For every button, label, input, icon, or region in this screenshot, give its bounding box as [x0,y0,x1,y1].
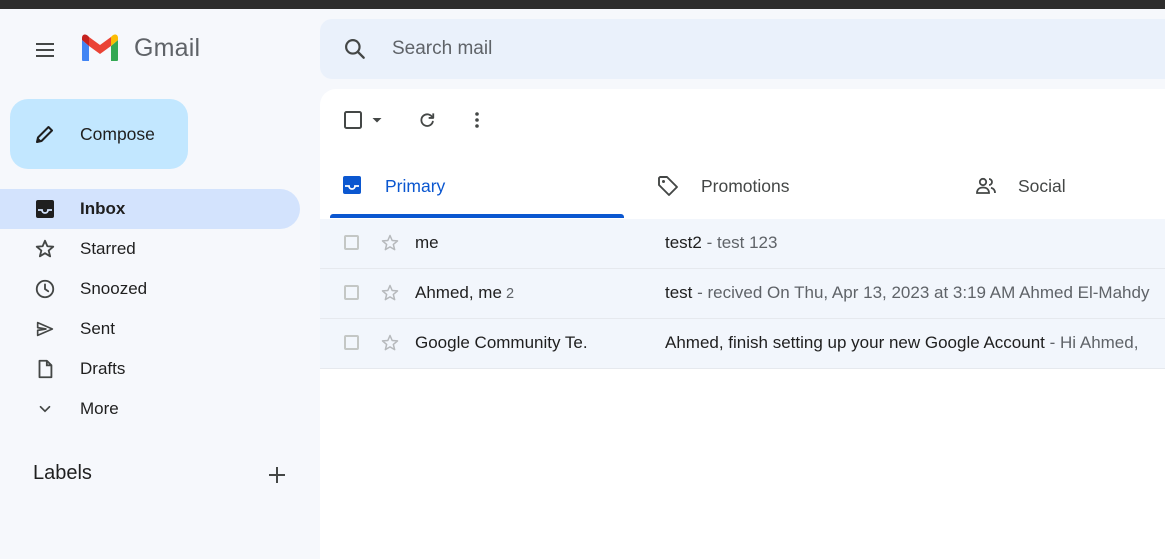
sidebar-item-label: Snoozed [80,279,148,298]
plus-icon[interactable] [266,464,288,486]
sender-name: Ahmed, me [415,283,502,302]
email-subject: test [665,283,693,302]
tab-primary-indicator [330,214,624,218]
search-input[interactable] [390,37,994,61]
pencil-icon [33,122,57,146]
email-sender: Google Community Te. [415,333,592,353]
select-checkbox-icon[interactable] [342,109,364,131]
tab-label: Promotions [701,175,790,196]
sender-name: Google Community Te. [415,333,588,352]
star-icon [34,238,56,260]
star-icon[interactable] [380,333,400,353]
tab-primary[interactable]: Primary [342,153,642,219]
sidebar-item-drafts[interactable]: Drafts [0,349,300,389]
email-snippet: recived On Thu, Apr 13, 2023 at 3:19 AM … [707,283,1150,302]
email-sender: me [415,233,443,253]
email-snippet: test 123 [716,233,778,252]
send-icon [34,318,56,340]
gmail-logo-icon [80,33,120,63]
separator: - [1044,333,1061,352]
tab-label: Primary [385,175,446,196]
separator: - [692,283,708,302]
sidebar-item-starred[interactable]: Starred [0,229,300,269]
tag-icon [656,174,680,198]
sender-name: me [415,233,439,252]
sidebar-item-sent[interactable]: Sent [0,309,300,349]
caret-down-icon[interactable] [370,113,384,127]
compose-button[interactable]: Compose [10,99,188,169]
tab-social[interactable]: Social [974,153,1165,219]
compose-label: Compose [80,123,155,144]
email-subject-snippet: test2 - test 123 [665,233,777,253]
row-checkbox[interactable] [344,335,359,350]
clock-icon [34,278,56,300]
separator: - [701,233,717,252]
thread-count: 2 [505,286,515,302]
labels-heading: Labels [33,462,92,484]
window-top-bar [0,0,1165,9]
email-sender: Ahmed, me 2 [415,283,514,303]
tab-promotions[interactable]: Promotions [656,153,956,219]
sidebar-item-label: More [80,399,119,418]
file-icon [34,358,56,380]
tab-label: Social [1018,175,1066,196]
star-icon[interactable] [380,283,400,303]
email-row[interactable]: Ahmed, me 2 test - recived On Thu, Apr 13… [320,269,1165,319]
email-subject: Ahmed, finish setting up your new Google… [665,333,1045,352]
email-list: me test2 - test 123 Ahmed, me 2 test - re… [320,219,1165,369]
sidebar-item-label: Drafts [80,359,126,378]
inbox-icon [34,198,56,220]
email-snippet: Hi Ahmed, [1060,333,1139,352]
main-menu-icon[interactable] [31,36,59,64]
row-checkbox[interactable] [344,235,359,250]
search-bar[interactable] [320,19,1165,79]
sidebar-item-label: Inbox [80,199,126,218]
email-row[interactable]: Google Community Te. Ahmed, finish setti… [320,319,1165,369]
row-checkbox[interactable] [344,285,359,300]
sidebar-item-more[interactable]: More [0,389,300,429]
sidebar-item-inbox[interactable]: Inbox [0,189,300,229]
email-subject-snippet: test - recived On Thu, Apr 13, 2023 at 3… [665,283,1149,303]
chevron-down-icon [34,398,56,420]
email-subject: test2 [665,233,702,252]
email-row[interactable]: me test2 - test 123 [320,219,1165,269]
inbox-icon [342,175,364,197]
people-icon [974,174,998,198]
mail-list-panel: Primary Promotions Social me test2 - tes… [320,89,1165,559]
gmail-logo[interactable]: Gmail [80,33,200,63]
more-vert-icon[interactable] [466,109,488,131]
refresh-icon[interactable] [416,109,438,131]
app-name: Gmail [134,33,201,62]
search-icon[interactable] [342,36,368,62]
sidebar-item-label: Starred [80,239,136,258]
email-subject-snippet: Ahmed, finish setting up your new Google… [665,333,1138,353]
star-icon[interactable] [380,233,400,253]
sidebar-item-snoozed[interactable]: Snoozed [0,269,300,309]
sidebar-nav: Inbox Starred Snoozed Sent Drafts More [0,189,300,429]
sidebar-item-label: Sent [80,319,115,338]
